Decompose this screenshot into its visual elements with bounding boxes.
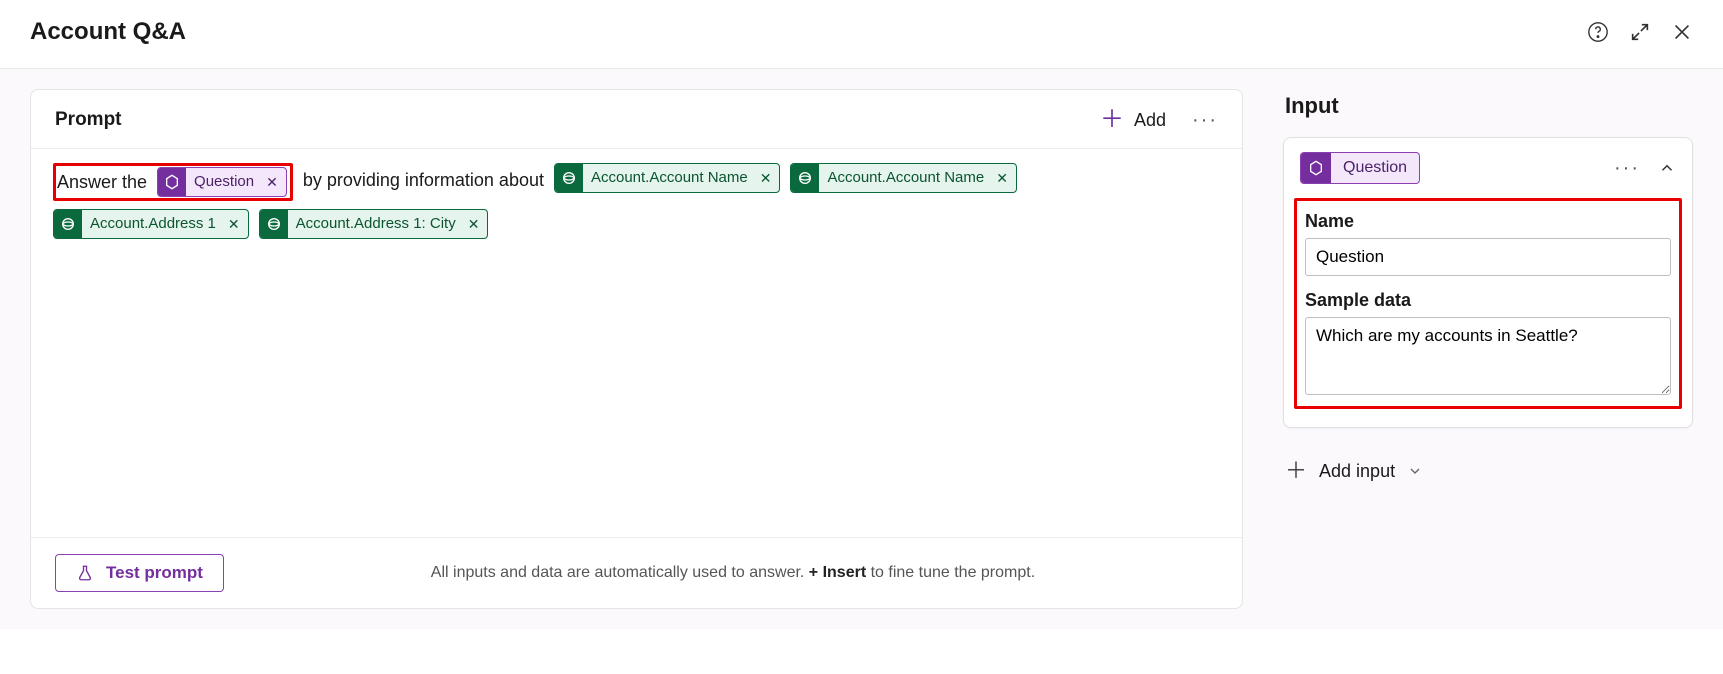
page-header: Account Q&A <box>0 0 1723 69</box>
highlight-input-fields: Name Sample data <box>1294 198 1682 409</box>
test-label: Test prompt <box>106 563 203 583</box>
prompt-footer: Test prompt All inputs and data are auto… <box>31 537 1242 608</box>
token-label: Question <box>186 167 262 197</box>
add-button[interactable]: ＋ Add <box>1100 108 1166 132</box>
token-data[interactable]: Account.Address 1 ✕ <box>53 209 249 239</box>
input-panel-title: Input <box>1285 93 1693 119</box>
name-label: Name <box>1305 211 1671 232</box>
input-panel: Input Question ··· Name <box>1283 89 1693 609</box>
sample-label: Sample data <box>1305 290 1671 311</box>
chevron-up-icon[interactable] <box>1658 159 1676 177</box>
footer-text: All inputs and data are automatically us… <box>248 564 1218 582</box>
token-data[interactable]: Account.Address 1: City ✕ <box>259 209 489 239</box>
page-title: Account Q&A <box>30 18 186 46</box>
dataverse-icon <box>54 210 82 238</box>
token-label: Account.Address 1 <box>82 209 224 239</box>
prompt-text: by providing information about <box>303 163 544 197</box>
highlight-question: Answer the Question ✕ <box>53 163 293 201</box>
plus-icon: ＋ <box>1285 460 1307 482</box>
flask-icon <box>76 564 94 582</box>
token-label: Account.Account Name <box>583 163 756 193</box>
token-label: Account.Address 1: City <box>288 209 464 239</box>
token-data[interactable]: Account.Account Name ✕ <box>790 163 1016 193</box>
input-card-header: Question ··· <box>1300 152 1676 184</box>
close-icon[interactable] <box>1671 21 1693 43</box>
add-input-button[interactable]: ＋ Add input <box>1283 456 1693 486</box>
add-label: Add <box>1134 110 1166 131</box>
input-card: Question ··· Name Sample data <box>1283 137 1693 428</box>
prompt-body[interactable]: Answer the Question ✕ by providing infor… <box>31 149 1242 537</box>
dataverse-icon <box>555 164 583 192</box>
footer-insert: + Insert <box>809 564 866 581</box>
token-label: Account.Account Name <box>819 163 992 193</box>
prompt-panel: Prompt ＋ Add ··· Answer the Question ✕ <box>30 89 1243 609</box>
footer-pre: All inputs and data are automatically us… <box>431 564 809 581</box>
chevron-down-icon <box>1407 463 1423 479</box>
prompt-header: Prompt ＋ Add ··· <box>31 90 1242 149</box>
token-data[interactable]: Account.Account Name ✕ <box>554 163 780 193</box>
name-input[interactable] <box>1305 238 1671 276</box>
sample-data-input[interactable] <box>1305 317 1671 395</box>
footer-post: to fine tune the prompt. <box>866 564 1035 581</box>
more-icon[interactable]: ··· <box>1192 109 1218 132</box>
hexagon-icon <box>1301 153 1331 183</box>
token-remove-icon[interactable]: ✕ <box>224 209 248 239</box>
help-icon[interactable] <box>1587 21 1609 43</box>
hexagon-icon <box>158 168 186 196</box>
input-chip[interactable]: Question <box>1300 152 1420 184</box>
expand-icon[interactable] <box>1629 21 1651 43</box>
dataverse-icon <box>791 164 819 192</box>
plus-icon: ＋ <box>1100 108 1124 132</box>
content-area: Prompt ＋ Add ··· Answer the Question ✕ <box>0 69 1723 629</box>
token-question[interactable]: Question ✕ <box>157 167 287 197</box>
test-prompt-button[interactable]: Test prompt <box>55 554 224 592</box>
more-icon[interactable]: ··· <box>1614 157 1640 180</box>
prompt-text: Answer the <box>57 165 147 199</box>
token-remove-icon[interactable]: ✕ <box>756 163 780 193</box>
token-remove-icon[interactable]: ✕ <box>992 163 1016 193</box>
add-input-label: Add input <box>1319 461 1395 482</box>
input-chip-label: Question <box>1331 159 1419 177</box>
dataverse-icon <box>260 210 288 238</box>
token-remove-icon[interactable]: ✕ <box>464 209 488 239</box>
header-actions <box>1587 21 1693 43</box>
prompt-header-right: ＋ Add ··· <box>1100 108 1218 132</box>
prompt-title: Prompt <box>55 109 122 131</box>
input-card-actions: ··· <box>1614 157 1676 180</box>
token-remove-icon[interactable]: ✕ <box>262 167 286 197</box>
